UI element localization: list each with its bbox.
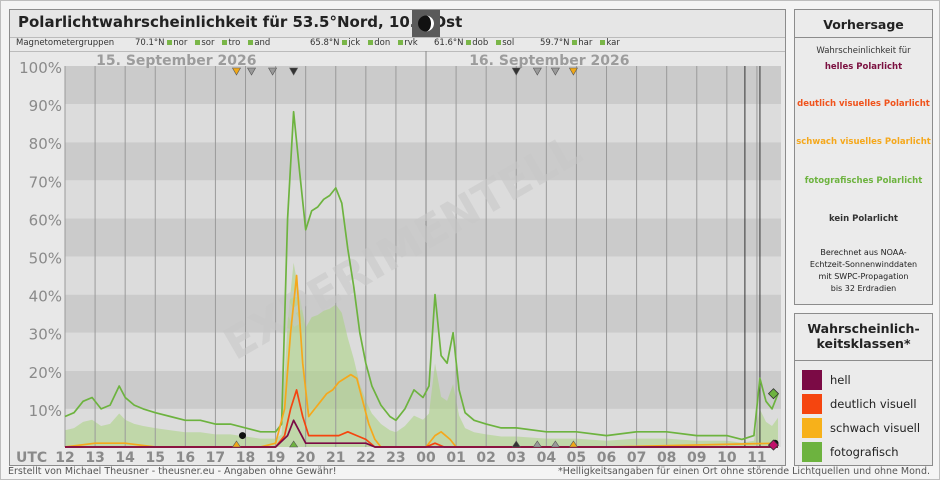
divider — [795, 360, 932, 361]
x-tick-label: 20 — [296, 450, 316, 465]
probability-chart: 15. September 2026 16. September 2026 100%… — [16, 51, 781, 465]
x-tick-label: 02 — [476, 450, 495, 465]
forecast-item-5: kein Polarlicht — [828, 214, 898, 224]
grid-band — [65, 370, 781, 409]
y-tick-label: 100% — [19, 59, 62, 77]
x-tick-label: 09 — [687, 450, 706, 465]
legend-swatch — [802, 394, 822, 414]
note-line-0: Berechnet aus NOAA- — [820, 248, 907, 257]
x-tick-label: 22 — [356, 450, 375, 465]
y-tick-label: 60% — [29, 211, 62, 229]
x-tick-label: 04 — [537, 450, 557, 465]
x-tick-label: 07 — [627, 450, 646, 465]
date-label: 16. September 2026 — [469, 53, 629, 69]
x-tick-label: 14 — [115, 450, 135, 465]
date-label: 15. September 2026 — [96, 53, 256, 69]
y-tick-label: 40% — [29, 288, 62, 306]
x-tick-label: 21 — [326, 450, 345, 465]
forecast-item-4: fotografisches Polarlicht — [804, 176, 923, 186]
legend-label: schwach visuell — [830, 421, 921, 435]
divider — [795, 37, 932, 38]
x-axis-label: UTC — [16, 450, 47, 465]
footer-credit: Erstellt von Michael Theusner - theusner… — [8, 466, 337, 477]
y-tick-label: 90% — [29, 97, 62, 115]
x-tick-label: 08 — [657, 450, 676, 465]
x-tick-label: 16 — [176, 450, 195, 465]
classes-title-1: keitsklassen* — [816, 336, 911, 351]
legend-swatch — [802, 370, 822, 390]
forecast-item-3: schwach visuelles Polarlicht — [796, 137, 931, 147]
legend-swatch — [802, 418, 822, 438]
forecast-title: Vorhersage — [823, 17, 904, 32]
grid-band — [65, 332, 781, 371]
legend-label: fotografisch — [830, 445, 899, 459]
forecast-item-1: helles Polarlicht — [824, 62, 903, 72]
legend-swatch — [802, 442, 822, 462]
x-tick-label: 11 — [747, 450, 766, 465]
x-tick-label: 05 — [567, 450, 586, 465]
x-tick-label: 17 — [206, 450, 225, 465]
x-tick-label: 10 — [717, 450, 737, 465]
grid-band — [65, 294, 781, 333]
chart-panel: Polarlichtwahrscheinlichkeit für 53.5°No… — [9, 9, 786, 466]
note-line-2: mit SWPC-Propagation — [818, 272, 909, 281]
x-tick-label: 23 — [386, 450, 405, 465]
x-tick-label: 13 — [85, 450, 104, 465]
x-tick-label: 06 — [597, 450, 616, 465]
y-tick-label: 70% — [29, 173, 62, 191]
legend-label: deutlich visuell — [830, 397, 917, 411]
x-tick-label: 19 — [266, 450, 285, 465]
forecast-item-2: deutlich visuelles Polarlicht — [797, 99, 930, 109]
y-tick-label: 80% — [29, 135, 62, 153]
x-tick-label: 01 — [446, 450, 465, 465]
grid-band — [65, 104, 781, 143]
y-tick-label: 20% — [29, 364, 62, 382]
y-tick-label: 10% — [29, 402, 62, 420]
forecast-item-0: Wahrscheinlichkeit für — [816, 46, 911, 56]
grid-band — [65, 142, 781, 181]
note-line-3: bis 32 Erdradien — [830, 284, 897, 293]
x-tick-label: 18 — [236, 450, 255, 465]
x-tick-label: 03 — [507, 450, 526, 465]
legend-label: hell — [830, 373, 851, 387]
y-tick-label: 30% — [29, 326, 62, 344]
x-tick-label: 15 — [146, 450, 165, 465]
x-tick-label: 00 — [416, 450, 436, 465]
forecast-panel: Vorhersage Wahrscheinlichkeit für helles… — [794, 9, 933, 305]
footer-note: *Helligkeitsangaben für einen Ort ohne s… — [558, 466, 930, 477]
note-line-1: Echtzeit-Sonnenwinddaten — [809, 260, 918, 269]
moon-marker-icon — [238, 432, 246, 440]
classes-title-0: Wahrscheinlich- — [807, 321, 920, 336]
classes-panel: Wahrscheinlich- keitsklassen* hell deutl… — [794, 313, 933, 466]
x-tick-label: 12 — [55, 450, 74, 465]
y-tick-label: 50% — [29, 250, 62, 268]
grid-band — [65, 66, 781, 105]
